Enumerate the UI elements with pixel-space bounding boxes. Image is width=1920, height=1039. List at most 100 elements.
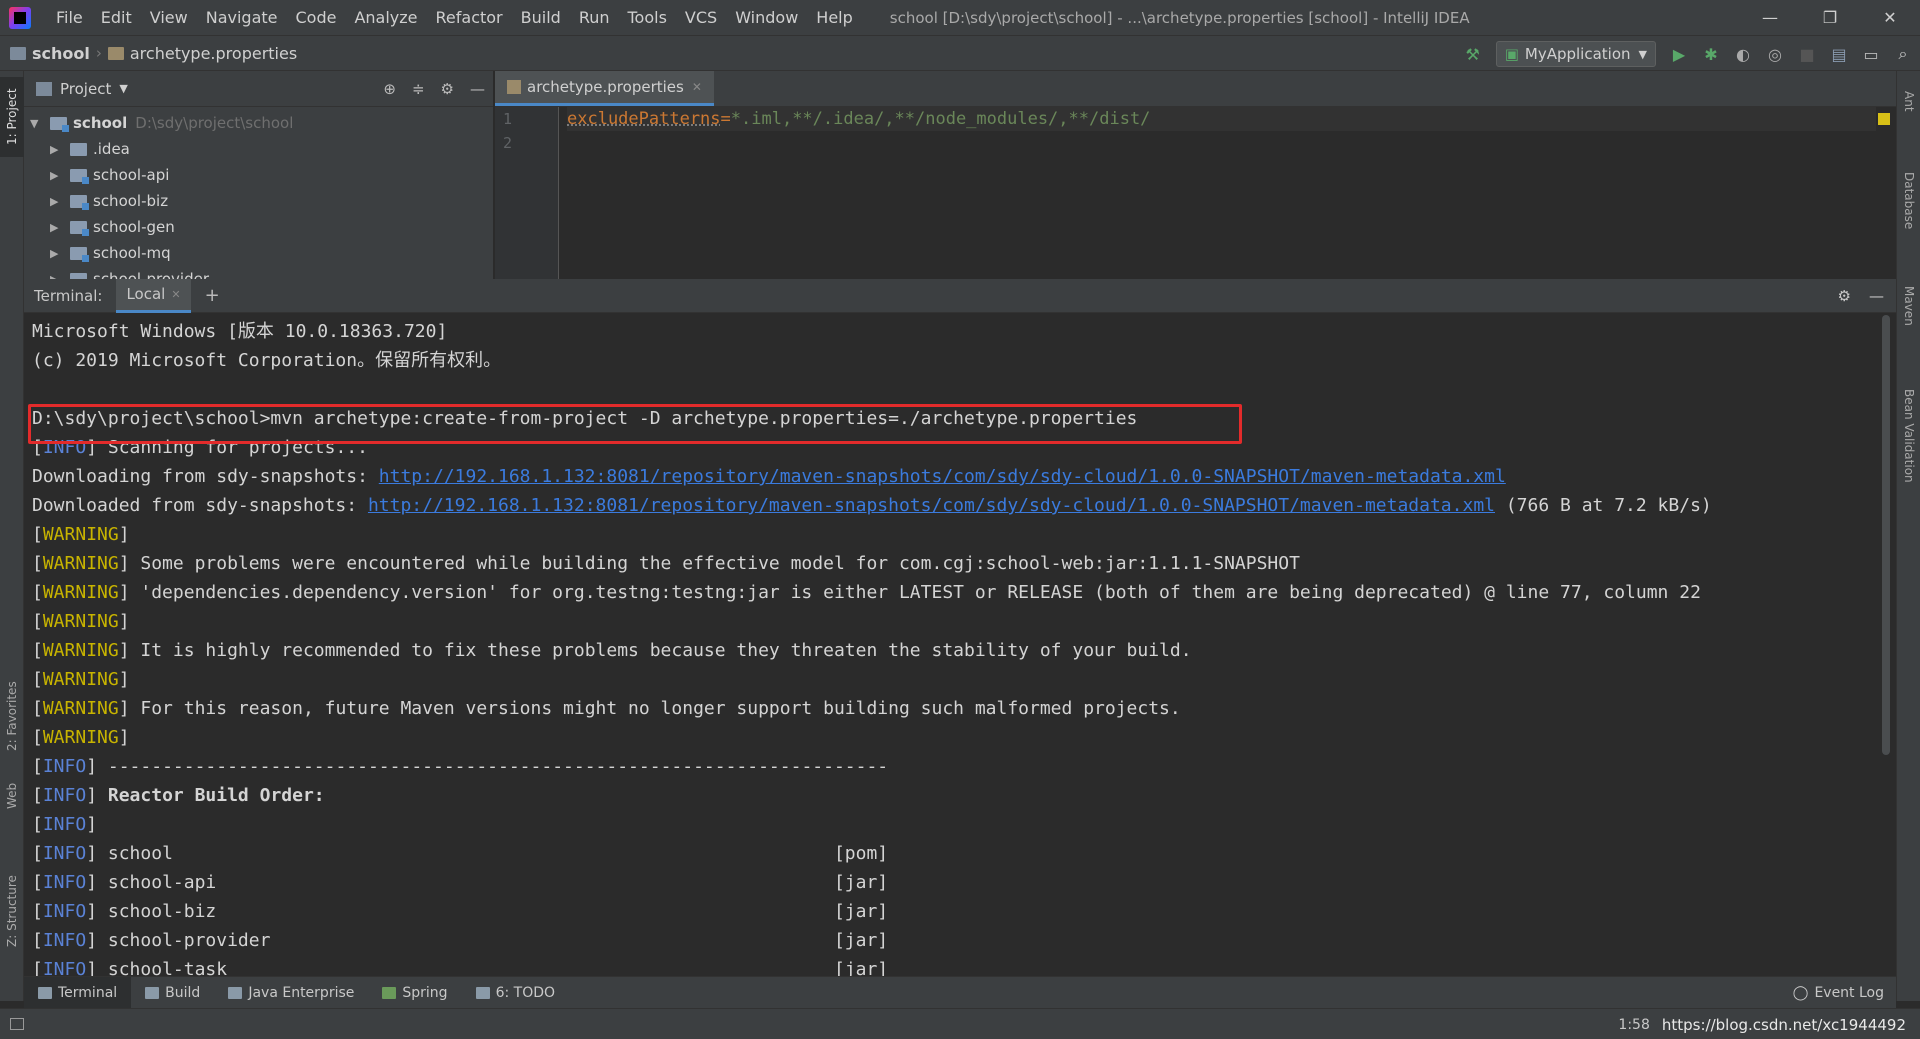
- gear-icon[interactable]: ⚙: [1838, 287, 1851, 305]
- caret-position[interactable]: 1:58: [1618, 1017, 1649, 1033]
- todo-list-icon: [475, 986, 490, 999]
- tab-todo[interactable]: 6: TODO: [462, 977, 569, 1009]
- build-hammer-icon[interactable]: ⚒: [1464, 45, 1482, 64]
- repository-link[interactable]: http://192.168.1.132:8081/repository/mav…: [379, 466, 1506, 487]
- run-icon[interactable]: ▶: [1670, 45, 1688, 64]
- repository-link[interactable]: http://192.168.1.132:8081/repository/mav…: [368, 495, 1495, 516]
- breadcrumb-label: archetype.properties: [129, 43, 298, 63]
- terminal-icon: [38, 986, 52, 999]
- inspection-marker-icon[interactable]: [1878, 113, 1890, 125]
- terminal-line: Downloading from sdy-snapshots: http://1…: [32, 462, 1896, 491]
- status-bar: 1:58 https://blog.csdn.net/xc1944492: [0, 1008, 1920, 1039]
- close-tab-icon[interactable]: ✕: [171, 288, 180, 301]
- menu-file[interactable]: File: [47, 0, 92, 35]
- expand-arrow-icon[interactable]: ▶: [50, 247, 64, 260]
- restore-button[interactable]: ❐: [1800, 0, 1860, 35]
- warning-tag: WARNING: [42, 582, 119, 603]
- terminal-scrollbar[interactable]: [1882, 315, 1890, 755]
- code-line[interactable]: excludePatterns=*.iml,**/.idea/,**/node_…: [567, 107, 1876, 131]
- toolbar-right: ⚒ ▣ MyApplication ▼ ▶ ✱ ◐ ◎ ■ ▤ ▭ ⌕: [1464, 36, 1912, 72]
- tab-terminal[interactable]: Terminal: [24, 976, 132, 1009]
- menu-run[interactable]: Run: [570, 0, 619, 35]
- module-folder-icon: [70, 220, 89, 236]
- expand-arrow-icon[interactable]: ▶: [50, 169, 64, 182]
- warning-tag: WARNING: [42, 553, 119, 574]
- tab-bean-validation[interactable]: Bean Validation: [1897, 361, 1920, 511]
- toggle-tool-windows-icon[interactable]: [10, 1018, 24, 1030]
- code-content[interactable]: excludePatterns=*.iml,**/.idea/,**/node_…: [567, 107, 1876, 155]
- terminal-output[interactable]: Microsoft Windows [版本 10.0.18363.720] (c)…: [24, 313, 1896, 984]
- tab-structure[interactable]: Z: Structure: [0, 861, 24, 961]
- tab-maven[interactable]: Maven: [1897, 271, 1920, 341]
- layout-icon[interactable]: ▭: [1862, 45, 1880, 64]
- collapse-all-icon[interactable]: ≑: [412, 80, 425, 98]
- tab-build[interactable]: Build: [131, 977, 214, 1009]
- tree-item-idea[interactable]: ▶ .idea: [30, 136, 493, 162]
- menu-code[interactable]: Code: [287, 0, 346, 35]
- tab-ant[interactable]: Ant: [1897, 81, 1920, 121]
- gear-icon[interactable]: ⚙: [441, 80, 454, 98]
- tree-root[interactable]: ▼ school D:\sdy\project\school: [30, 110, 493, 136]
- terminal-tab-local[interactable]: Local ✕: [116, 278, 191, 313]
- expand-arrow-icon[interactable]: ▼: [30, 117, 44, 130]
- tab-database[interactable]: Database: [1897, 151, 1920, 251]
- warning-tag: WARNING: [42, 727, 119, 748]
- search-icon[interactable]: ⌕: [1894, 44, 1912, 63]
- menu-vcs[interactable]: VCS: [676, 0, 726, 35]
- project-structure-icon[interactable]: ▤: [1830, 45, 1848, 64]
- tree-item-school-provider[interactable]: ▶ school-provider: [30, 266, 493, 279]
- module-folder-icon: [10, 46, 26, 60]
- menu-build[interactable]: Build: [512, 0, 570, 35]
- menu-refactor[interactable]: Refactor: [427, 0, 512, 35]
- run-configuration-select[interactable]: ▣ MyApplication ▼: [1495, 41, 1656, 67]
- menu-help[interactable]: Help: [807, 0, 861, 35]
- info-tag: INFO: [42, 872, 87, 893]
- menu-tools[interactable]: Tools: [619, 0, 676, 35]
- title-bar: File Edit View Navigate Code Analyze Refactor B…: [0, 0, 1920, 35]
- chevron-down-icon[interactable]: ▼: [119, 82, 127, 95]
- coverage-icon[interactable]: ◐: [1734, 45, 1752, 64]
- terminal-line: [INFO] school-biz [jar]: [32, 901, 889, 922]
- tab-web[interactable]: Web: [0, 771, 24, 821]
- expand-arrow-icon[interactable]: ▶: [50, 221, 64, 234]
- locate-file-icon[interactable]: ⊕: [383, 80, 396, 98]
- debug-icon[interactable]: ✱: [1702, 45, 1720, 64]
- tree-item-school-gen[interactable]: ▶ school-gen: [30, 214, 493, 240]
- hide-panel-icon[interactable]: —: [1869, 287, 1884, 305]
- hammer-icon: [145, 986, 160, 999]
- profile-icon[interactable]: ◎: [1766, 45, 1784, 64]
- terminal-line: (c) 2019 Microsoft Corporation。保留所有权利。: [32, 346, 1896, 375]
- menu-window[interactable]: Window: [726, 0, 807, 35]
- hide-panel-icon[interactable]: —: [470, 80, 485, 98]
- expand-arrow-icon[interactable]: ▶: [50, 143, 64, 156]
- tree-item-school-biz[interactable]: ▶ school-biz: [30, 188, 493, 214]
- menu-navigate[interactable]: Navigate: [197, 0, 287, 35]
- breadcrumb-project[interactable]: school: [10, 44, 90, 63]
- minimize-button[interactable]: —: [1740, 0, 1800, 35]
- tab-project[interactable]: 1: Project: [0, 77, 24, 157]
- editor-tab-archetype-properties[interactable]: archetype.properties ✕: [495, 71, 714, 106]
- new-terminal-icon[interactable]: +: [205, 285, 220, 306]
- tab-spring[interactable]: Spring: [368, 977, 461, 1009]
- menu-view[interactable]: View: [141, 0, 197, 35]
- warning-tag: WARNING: [42, 611, 119, 632]
- tree-item-school-mq[interactable]: ▶ school-mq: [30, 240, 493, 266]
- module-folder-icon: [70, 194, 89, 210]
- menu-analyze[interactable]: Analyze: [345, 0, 426, 35]
- log-message: For this reason, future Maven versions m…: [129, 698, 1181, 719]
- close-tab-icon[interactable]: ✕: [692, 80, 702, 94]
- log-message: school-api [jar]: [97, 872, 889, 893]
- breadcrumb-file[interactable]: archetype.properties: [107, 43, 298, 63]
- menu-edit[interactable]: Edit: [92, 0, 141, 35]
- tab-favorites[interactable]: 2: Favorites: [0, 671, 24, 761]
- code-line[interactable]: [567, 131, 1876, 155]
- stop-icon[interactable]: ■: [1798, 45, 1816, 64]
- project-view-select[interactable]: Project: [60, 80, 111, 98]
- command-highlight-box: [28, 404, 1242, 444]
- tree-item-school-api[interactable]: ▶ school-api: [30, 162, 493, 188]
- window-controls: — ❐ ✕: [1740, 0, 1920, 35]
- event-log-button[interactable]: ◯ Event Log: [1793, 977, 1884, 1009]
- expand-arrow-icon[interactable]: ▶: [50, 195, 64, 208]
- tab-java-enterprise[interactable]: Java Enterprise: [214, 977, 368, 1009]
- close-button[interactable]: ✕: [1860, 0, 1920, 35]
